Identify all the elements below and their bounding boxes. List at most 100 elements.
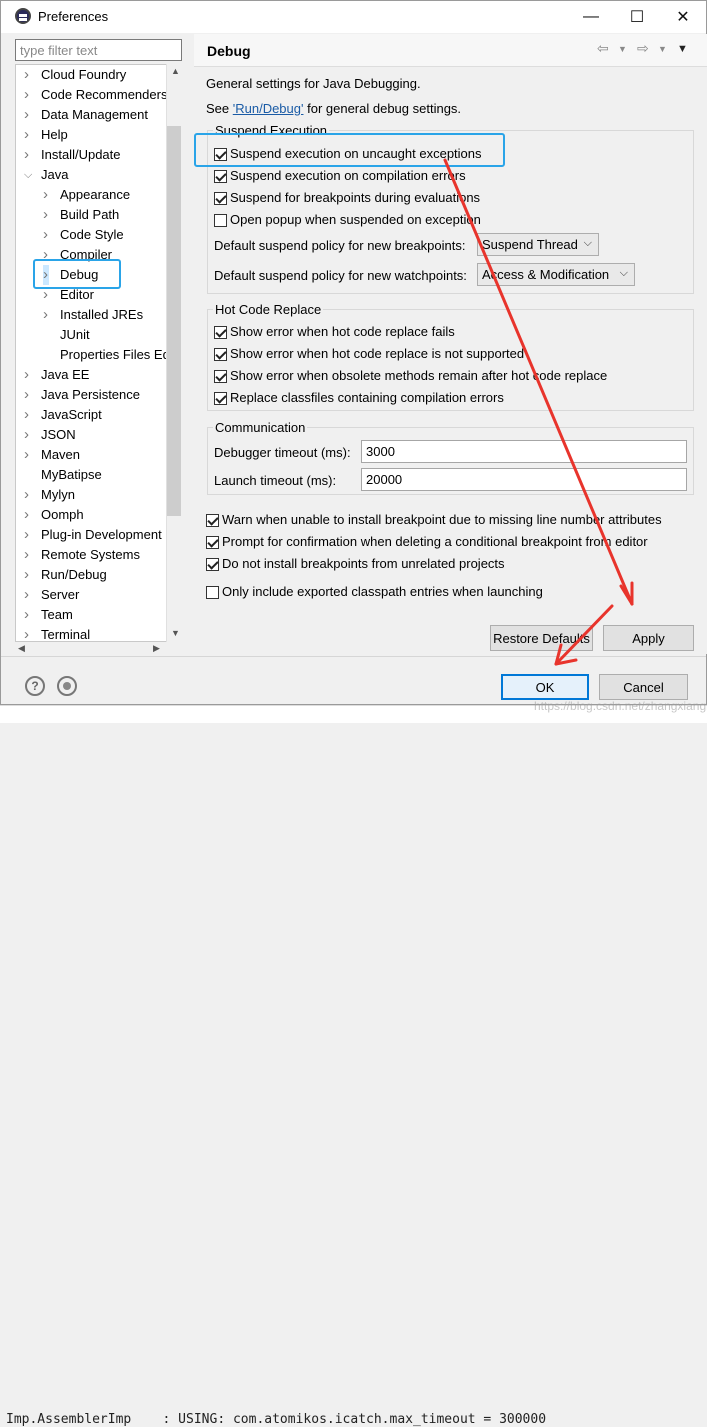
tree-item-label: Plug-in Development [41, 527, 162, 542]
tree-item-label: Oomph [41, 507, 84, 522]
chevron-right-icon[interactable]: › [24, 405, 36, 425]
scroll-left-icon[interactable]: ◀ [18, 643, 25, 654]
tree-item-label: Data Management [41, 107, 148, 122]
chevron-right-icon[interactable]: › [24, 85, 36, 105]
tree-item-label: Code Recommenders [41, 87, 168, 102]
chevron-right-icon[interactable]: › [24, 365, 36, 385]
checkbox[interactable] [206, 536, 219, 549]
tree-item-label: MyBatipse [41, 467, 102, 482]
checkbox[interactable] [206, 586, 219, 599]
checkbox-label[interactable]: Open popup when suspended on exception [230, 212, 481, 227]
chevron-down-icon: ⌵ [583, 237, 592, 249]
tree-item-label: Java Persistence [41, 387, 140, 402]
checkbox-label[interactable]: Prompt for confirmation when deleting a … [222, 534, 648, 549]
close-button[interactable]: ✕ [660, 1, 706, 33]
checkbox-label[interactable]: Show error when obsolete methods remain … [230, 368, 607, 383]
chevron-right-icon[interactable]: › [24, 145, 36, 165]
chevron-right-icon[interactable]: › [24, 445, 36, 465]
back-arrow-icon[interactable]: ⇦ [597, 40, 609, 57]
title-bar[interactable]: Preferences — ☐ ✕ [1, 1, 706, 33]
record-macro-icon[interactable] [57, 676, 77, 696]
chevron-right-icon[interactable]: › [24, 565, 36, 585]
checkbox-label[interactable]: Warn when unable to install breakpoint d… [222, 512, 662, 527]
tree-item-label: Run/Debug [41, 567, 107, 582]
background-console-text: Imp.AssemblerImp : USING: com.atomikos.i… [6, 1412, 547, 1427]
bp-policy-value: Suspend Thread [482, 237, 578, 252]
see-run-debug-text: See 'Run/Debug' for general debug settin… [206, 101, 461, 116]
filter-input[interactable] [15, 39, 182, 61]
scroll-up-icon[interactable]: ▲ [171, 66, 180, 76]
chevron-down-icon: ⌵ [619, 267, 628, 279]
checkbox-label[interactable]: Suspend for breakpoints during evaluatio… [230, 190, 480, 205]
view-menu-icon[interactable]: ▼ [677, 43, 688, 55]
tree-horizontal-scrollbar[interactable]: ◀ ▶ [15, 642, 182, 656]
help-icon[interactable]: ? [25, 676, 45, 696]
tree-item-label: Mylyn [41, 487, 75, 502]
tree-item-label: Installed JREs [60, 307, 144, 322]
preferences-tree: › Cloud Foundry › Code Recommenders › Data Ma… [15, 64, 182, 642]
checkbox[interactable] [206, 514, 219, 527]
intro-text: General settings for Java Debugging. [206, 76, 421, 91]
checkbox[interactable] [214, 214, 227, 227]
chevron-right-icon[interactable]: › [24, 425, 36, 445]
chevron-right-icon[interactable]: › [24, 605, 36, 625]
checkbox-label[interactable]: Do not install breakpoints from unrelate… [222, 556, 505, 571]
tree-item-label: Maven [41, 447, 81, 462]
checkbox[interactable] [206, 558, 219, 571]
chevron-right-icon[interactable]: › [24, 525, 36, 545]
chevron-right-icon[interactable]: › [43, 205, 55, 225]
highlight-suspend-uncaught [194, 133, 505, 167]
chevron-right-icon[interactable]: › [24, 125, 36, 145]
run-debug-link[interactable]: 'Run/Debug' [233, 101, 304, 116]
forward-dropdown-icon[interactable]: ▼ [658, 44, 667, 54]
apply-button[interactable]: Apply [603, 625, 694, 651]
checkbox-label[interactable]: Only include exported classpath entries … [222, 584, 543, 599]
chevron-right-icon[interactable]: › [43, 305, 55, 325]
window-title: Preferences [38, 9, 109, 24]
preferences-window: Preferences — ☐ ✕ › Cloud Foundry › Code Re… [0, 0, 707, 705]
chevron-down-icon[interactable]: ⌵ [24, 165, 36, 185]
checkbox-label[interactable]: Suspend execution on compilation errors [230, 168, 466, 183]
tree-item-label: Build Path [60, 207, 120, 222]
checkbox[interactable] [214, 170, 227, 183]
tree-item-label: Install/Update [41, 147, 121, 162]
chevron-right-icon[interactable]: › [43, 185, 55, 205]
chevron-right-icon[interactable]: › [24, 545, 36, 565]
tree-item-label: JavaScript [41, 407, 102, 422]
launch-timeout-input[interactable] [361, 468, 687, 491]
tree-item-label: JSON [41, 427, 76, 442]
bp-policy-select[interactable]: Suspend Thread ⌵ [477, 233, 599, 256]
checkbox[interactable] [214, 348, 227, 361]
chevron-right-icon[interactable]: › [24, 65, 36, 85]
tree-scroll-thumb[interactable] [167, 126, 181, 516]
checkbox-label[interactable]: Show error when hot code replace is not … [230, 346, 524, 361]
chevron-right-icon[interactable]: › [24, 385, 36, 405]
chevron-right-icon[interactable]: › [24, 485, 36, 505]
forward-arrow-icon[interactable]: ⇨ [637, 40, 649, 57]
chevron-right-icon[interactable]: › [24, 585, 36, 605]
checkbox[interactable] [214, 326, 227, 339]
wp-policy-value: Access & Modification [482, 267, 610, 282]
chevron-right-icon[interactable]: › [24, 625, 36, 641]
chevron-right-icon[interactable]: › [43, 225, 55, 245]
tree-item-label: Terminal [41, 627, 91, 642]
scroll-down-icon[interactable]: ▼ [171, 628, 180, 638]
checkbox-label[interactable]: Replace classfiles containing compilatio… [230, 390, 504, 405]
checkbox[interactable] [214, 192, 227, 205]
back-dropdown-icon[interactable]: ▼ [618, 44, 627, 54]
checkbox-label[interactable]: Show error when hot code replace fails [230, 324, 455, 339]
maximize-button[interactable]: ☐ [614, 1, 660, 33]
wp-policy-select[interactable]: Access & Modification ⌵ [477, 263, 635, 286]
ok-button[interactable]: OK [501, 674, 589, 700]
chevron-right-icon[interactable]: › [24, 105, 36, 125]
checkbox[interactable] [214, 370, 227, 383]
cancel-button[interactable]: Cancel [599, 674, 688, 700]
minimize-button[interactable]: — [568, 1, 614, 33]
scroll-right-icon[interactable]: ▶ [153, 643, 160, 654]
restore-defaults-button[interactable]: Restore Defaults [490, 625, 593, 651]
wp-policy-label: Default suspend policy for new watchpoin… [214, 268, 467, 283]
checkbox[interactable] [214, 392, 227, 405]
tree-item-label: Properties Files Ed [60, 347, 170, 362]
chevron-right-icon[interactable]: › [24, 505, 36, 525]
debugger-timeout-input[interactable] [361, 440, 687, 463]
